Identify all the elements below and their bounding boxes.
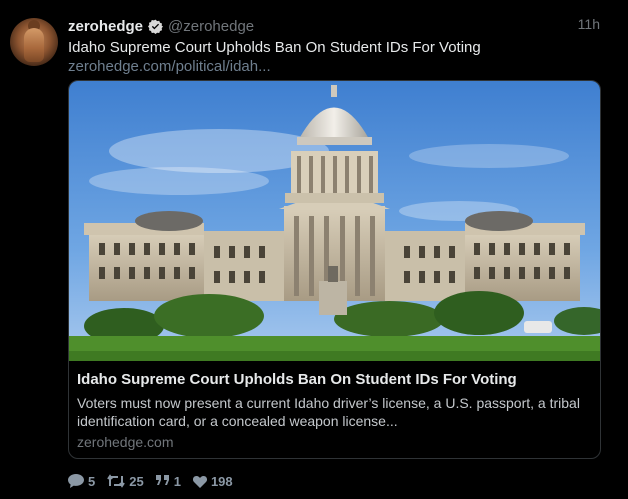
quote-button[interactable]: 1 [155, 473, 181, 489]
capitol-building-image [69, 81, 600, 361]
timestamp[interactable]: 11h [578, 16, 600, 32]
quote-icon [155, 475, 169, 485]
avatar-torso [24, 28, 44, 62]
retweet-icon [107, 474, 126, 488]
retweet-count: 25 [129, 473, 144, 489]
avatar[interactable] [10, 18, 58, 66]
like-button[interactable]: 198 [192, 473, 233, 489]
link-card[interactable]: Idaho Supreme Court Upholds Ban On Stude… [68, 80, 601, 459]
reply-icon [68, 474, 84, 488]
retweet-button[interactable]: 25 [107, 473, 144, 489]
heart-icon [192, 475, 207, 488]
quote-count: 1 [173, 473, 181, 489]
like-count: 198 [210, 473, 233, 489]
verified-badge-icon [148, 19, 164, 34]
card-title[interactable]: Idaho Supreme Court Upholds Ban On Stude… [77, 371, 517, 388]
tweet-actions: 5 25 1 198 [68, 472, 245, 490]
tweet-header: zerohedge @zerohedge 11h [68, 16, 600, 36]
author-handle[interactable]: @zerohedge [168, 18, 254, 35]
reply-button[interactable]: 5 [68, 474, 95, 489]
card-domain: zerohedge.com [77, 434, 174, 450]
author-name[interactable]: zerohedge [68, 18, 143, 35]
reply-count: 5 [88, 473, 96, 489]
tweet-text: Idaho Supreme Court Upholds Ban On Stude… [68, 39, 481, 56]
tweet-link[interactable]: zerohedge.com/political/idah... [68, 58, 271, 75]
card-description: Voters must now present a current Idaho … [77, 395, 580, 429]
